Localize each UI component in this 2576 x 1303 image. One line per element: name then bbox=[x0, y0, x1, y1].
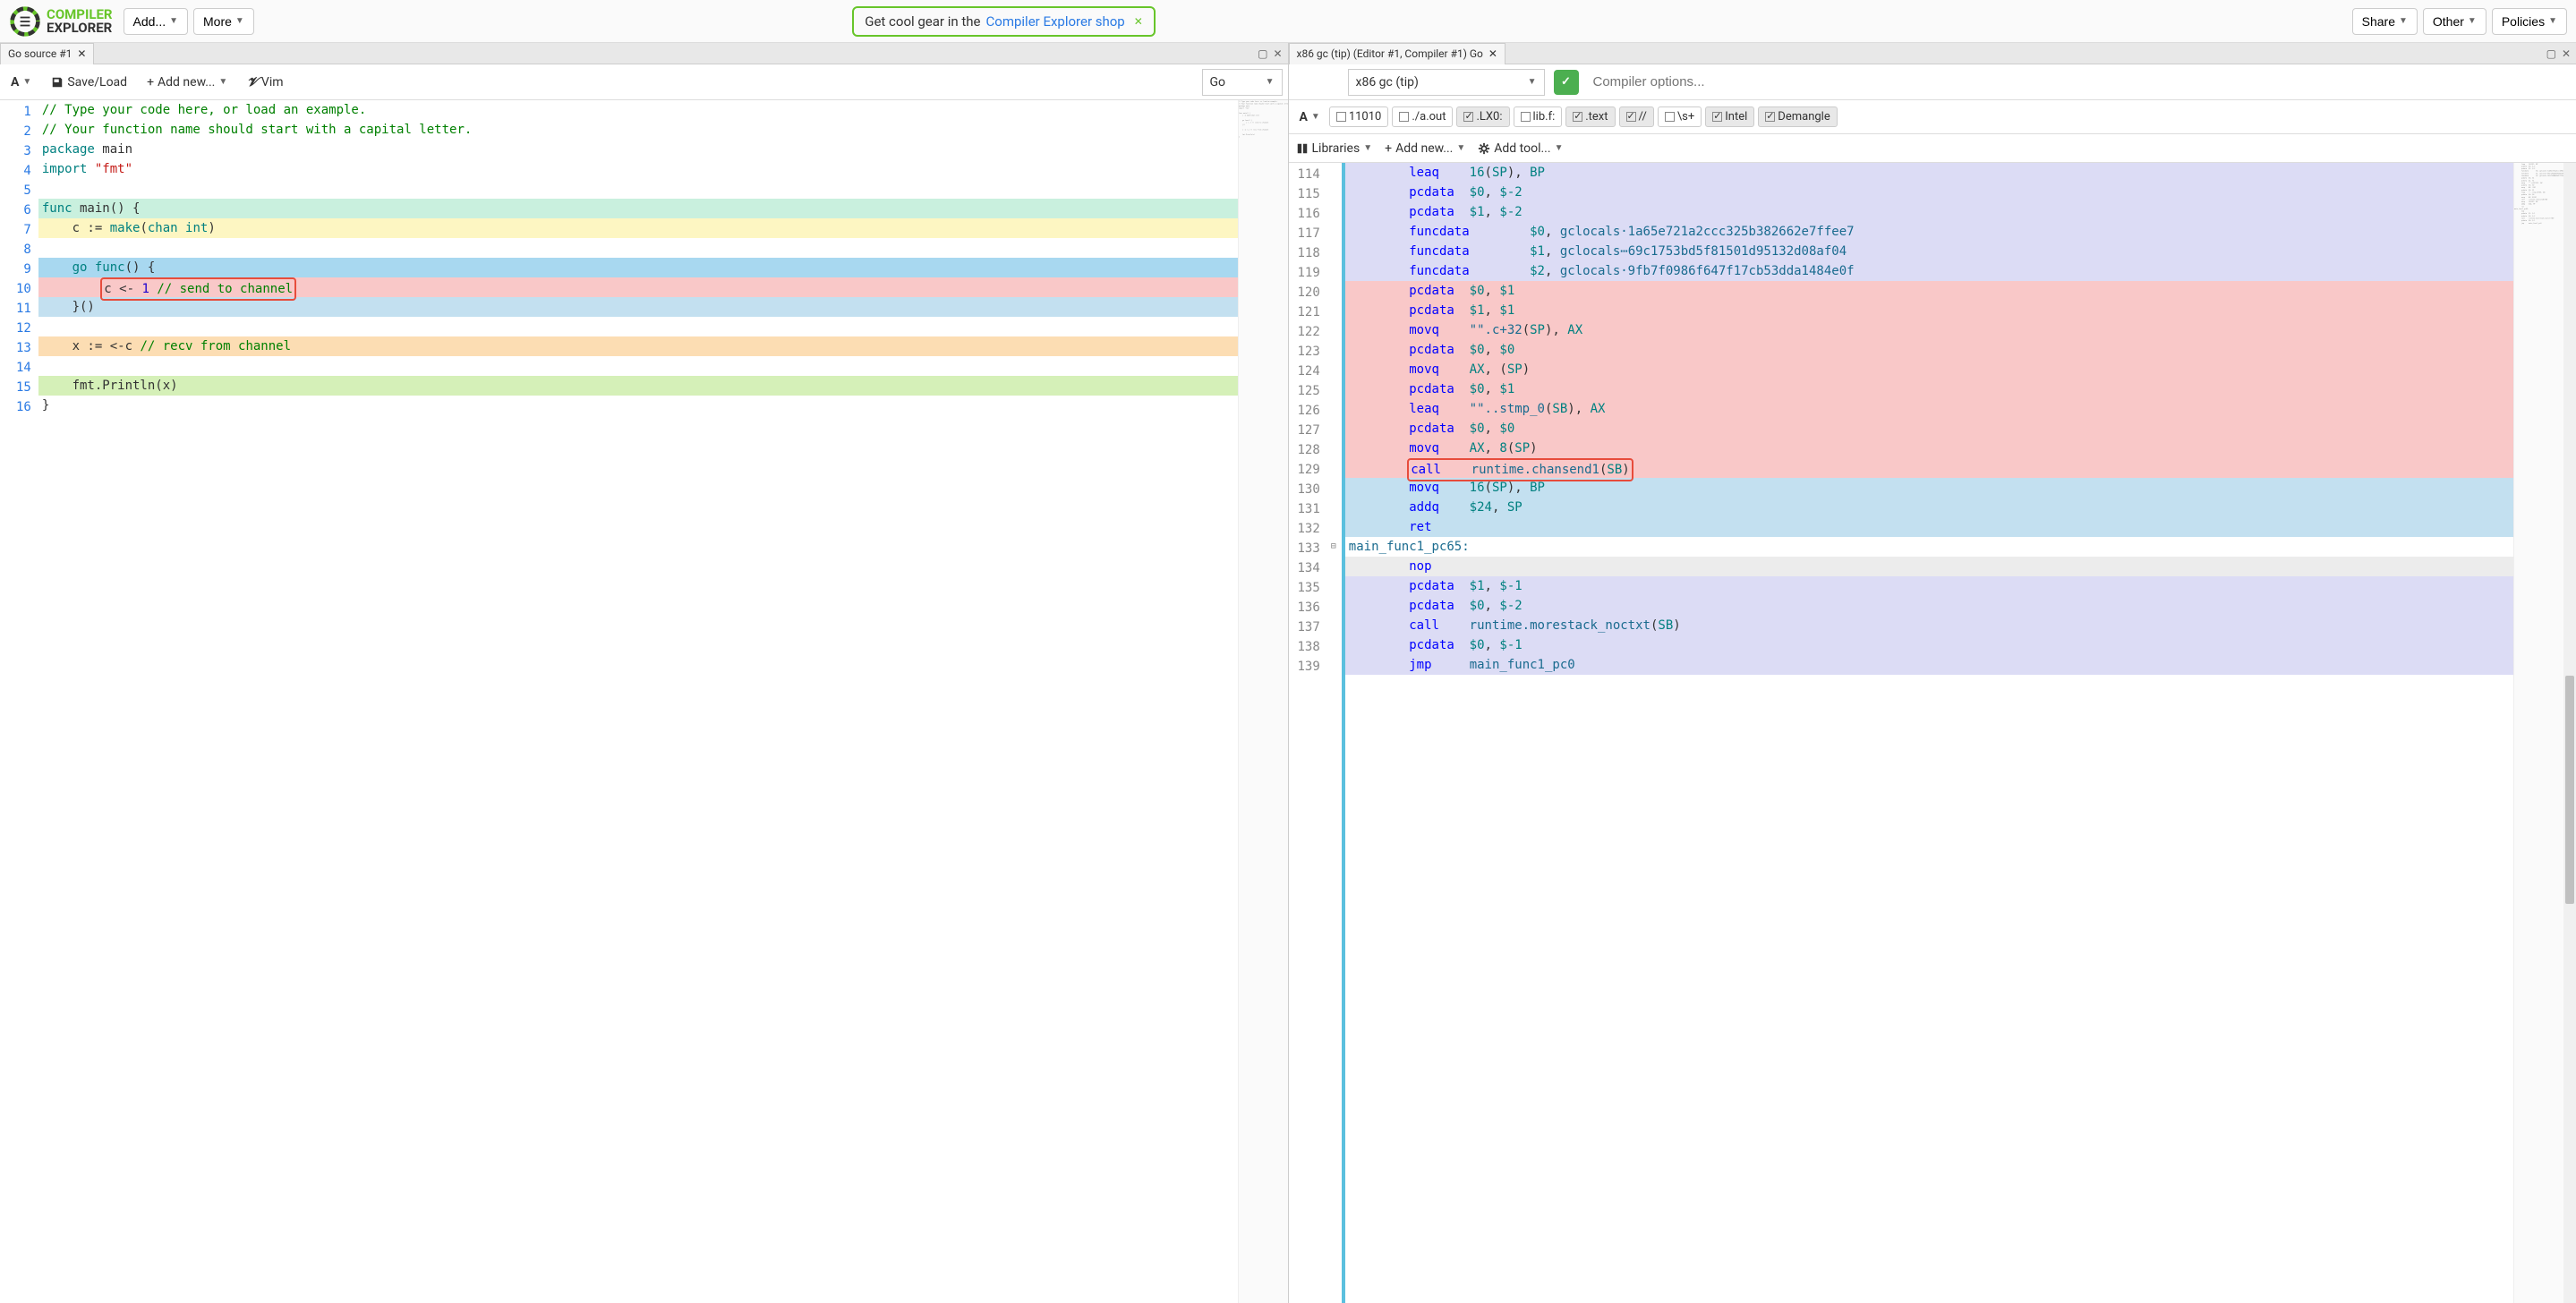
font-button[interactable]: A▼ bbox=[5, 72, 37, 93]
filter-directives[interactable]: .text bbox=[1565, 106, 1615, 127]
fold-gutter: ⊟ bbox=[1326, 163, 1342, 1303]
tabs-right: x86 gc (tip) (Editor #1, Compiler #1) Go… bbox=[1288, 43, 2576, 64]
top-bar: COMPILER EXPLORER Add...▼ More▼ Get cool… bbox=[0, 0, 2576, 43]
chevron-down-icon: ▼ bbox=[2548, 16, 2557, 26]
add-button[interactable]: Add...▼ bbox=[124, 8, 189, 35]
chevron-down-icon: ▼ bbox=[1528, 77, 1537, 87]
asm-editor[interactable]: 1141151161171181191201211221231241251261… bbox=[1289, 163, 2576, 1303]
tab-label: Go source #1 bbox=[8, 47, 72, 60]
chevron-down-icon: ▼ bbox=[2468, 16, 2477, 26]
policies-button[interactable]: Policies▼ bbox=[2492, 8, 2567, 35]
filter-labels[interactable]: .LX0: bbox=[1456, 106, 1509, 127]
compiler-pane: x86 gc (tip) ▼ ✓ A▼ 11010 ./a.out .LX0: … bbox=[1289, 64, 2576, 1303]
scrollbar[interactable] bbox=[2563, 163, 2576, 1303]
share-button[interactable]: Share▼ bbox=[2352, 8, 2418, 35]
compiler-toolbar: x86 gc (tip) ▼ ✓ bbox=[1289, 64, 2576, 100]
filter-comments[interactable]: // bbox=[1619, 106, 1654, 127]
main-area: A▼ Save/Load + Add new... ▼ 𝓥 Vim Go ▼ 1 bbox=[0, 64, 2576, 1303]
chevron-down-icon: ▼ bbox=[1311, 112, 1320, 122]
chevron-down-icon: ▼ bbox=[235, 16, 244, 26]
top-right: Share▼ Other▼ Policies▼ bbox=[2352, 8, 2567, 35]
line-gutter: 12345678910111213141516 bbox=[13, 100, 38, 1303]
chevron-down-icon: ▼ bbox=[169, 16, 178, 26]
font-button[interactable]: A▼ bbox=[1294, 106, 1326, 128]
window-controls: ▢ ✕ bbox=[1256, 47, 1284, 60]
vim-icon: 𝓥 bbox=[247, 75, 258, 89]
other-button[interactable]: Other▼ bbox=[2423, 8, 2486, 35]
add-tool-button[interactable]: Add tool...▼ bbox=[1478, 141, 1563, 156]
status-ok-icon: ✓ bbox=[1554, 70, 1579, 95]
chevron-down-icon: ▼ bbox=[218, 77, 227, 87]
line-gutter: 1141151161171181191201211221231241251261… bbox=[1289, 163, 1326, 1303]
compiler-select[interactable]: x86 gc (tip) ▼ bbox=[1348, 69, 1545, 96]
editor-toolbar: A▼ Save/Load + Add new... ▼ 𝓥 Vim Go ▼ bbox=[0, 64, 1288, 100]
plus-icon: + bbox=[147, 75, 154, 89]
filter-trim[interactable]: \s+ bbox=[1658, 106, 1702, 127]
chevron-down-icon: ▼ bbox=[22, 77, 31, 87]
source-pane: A▼ Save/Load + Add new... ▼ 𝓥 Vim Go ▼ 1 bbox=[0, 64, 1289, 1303]
code-body[interactable]: leaq 16(SP), BP pcdata $0, $-2 pcdata $1… bbox=[1345, 163, 2513, 1303]
tabs-left: Go source #1 ✕ ▢ ✕ bbox=[0, 43, 1288, 64]
close-icon[interactable]: ✕ bbox=[1271, 47, 1284, 60]
chevron-down-icon: ▼ bbox=[2399, 16, 2408, 26]
promo-link[interactable]: Compiler Explorer shop bbox=[986, 13, 1125, 30]
promo-text: Get cool gear in the bbox=[865, 13, 980, 30]
filter-intel[interactable]: Intel bbox=[1705, 106, 1754, 127]
more-button[interactable]: More▼ bbox=[193, 8, 254, 35]
book-icon bbox=[1296, 142, 1309, 155]
libraries-button[interactable]: Libraries▼ bbox=[1296, 141, 1373, 156]
close-icon[interactable]: ✕ bbox=[1134, 15, 1143, 28]
save-load-button[interactable]: Save/Load bbox=[46, 72, 132, 93]
minimap[interactable]: leaq 16(SP), BP pcdata $0, $-2 pcdata $1… bbox=[2513, 163, 2563, 1303]
filter-binary[interactable]: 11010 bbox=[1329, 106, 1389, 127]
save-icon bbox=[51, 76, 64, 89]
chevron-down-icon: ▼ bbox=[1555, 143, 1564, 153]
vim-button[interactable]: 𝓥 Vim bbox=[242, 72, 288, 93]
source-editor[interactable]: 12345678910111213141516 // Type your cod… bbox=[0, 100, 1288, 1303]
maximize-icon[interactable]: ▢ bbox=[1256, 47, 1269, 60]
logo-icon bbox=[9, 5, 41, 38]
logo-text: COMPILER EXPLORER bbox=[47, 8, 113, 35]
window-controls: ▢ ✕ bbox=[2545, 47, 2572, 60]
tab-source[interactable]: Go source #1 ✕ bbox=[0, 43, 94, 64]
gear-icon bbox=[1478, 142, 1490, 155]
maximize-icon[interactable]: ▢ bbox=[2545, 47, 2558, 60]
code-body[interactable]: // Type your code here, or load an examp… bbox=[38, 100, 1238, 1303]
language-select[interactable]: Go ▼ bbox=[1202, 69, 1283, 96]
tabs-row: Go source #1 ✕ ▢ ✕ x86 gc (tip) (Editor … bbox=[0, 43, 2576, 64]
logo[interactable]: COMPILER EXPLORER bbox=[9, 5, 113, 38]
minimap[interactable]: // Type your code here, or load an examp… bbox=[1238, 100, 1288, 1303]
add-new-button[interactable]: + Add new... ▼ bbox=[141, 72, 233, 93]
chevron-down-icon: ▼ bbox=[1266, 77, 1275, 87]
add-new-button[interactable]: + Add new...▼ bbox=[1385, 141, 1465, 156]
chevron-down-icon: ▼ bbox=[1456, 143, 1465, 153]
filter-row: A▼ 11010 ./a.out .LX0: lib.f: .text // \… bbox=[1289, 100, 2576, 134]
filter-libfunc[interactable]: lib.f: bbox=[1514, 106, 1563, 127]
chevron-down-icon: ▼ bbox=[1363, 143, 1372, 153]
tab-compiler[interactable]: x86 gc (tip) (Editor #1, Compiler #1) Go… bbox=[1289, 43, 1506, 64]
promo-banner: Get cool gear in the Compiler Explorer s… bbox=[852, 6, 1156, 37]
tab-label: x86 gc (tip) (Editor #1, Compiler #1) Go bbox=[1297, 47, 1483, 60]
extras-row: Libraries▼ + Add new...▼ Add tool...▼ bbox=[1289, 134, 2576, 163]
filter-demangle[interactable]: Demangle bbox=[1758, 106, 1837, 127]
plus-icon: + bbox=[1385, 141, 1392, 156]
filter-execute[interactable]: ./a.out bbox=[1392, 106, 1453, 127]
close-icon[interactable]: ✕ bbox=[77, 47, 86, 60]
close-icon[interactable]: ✕ bbox=[1488, 47, 1497, 60]
compiler-options-input[interactable] bbox=[1588, 69, 2572, 95]
close-icon[interactable]: ✕ bbox=[2560, 47, 2572, 60]
